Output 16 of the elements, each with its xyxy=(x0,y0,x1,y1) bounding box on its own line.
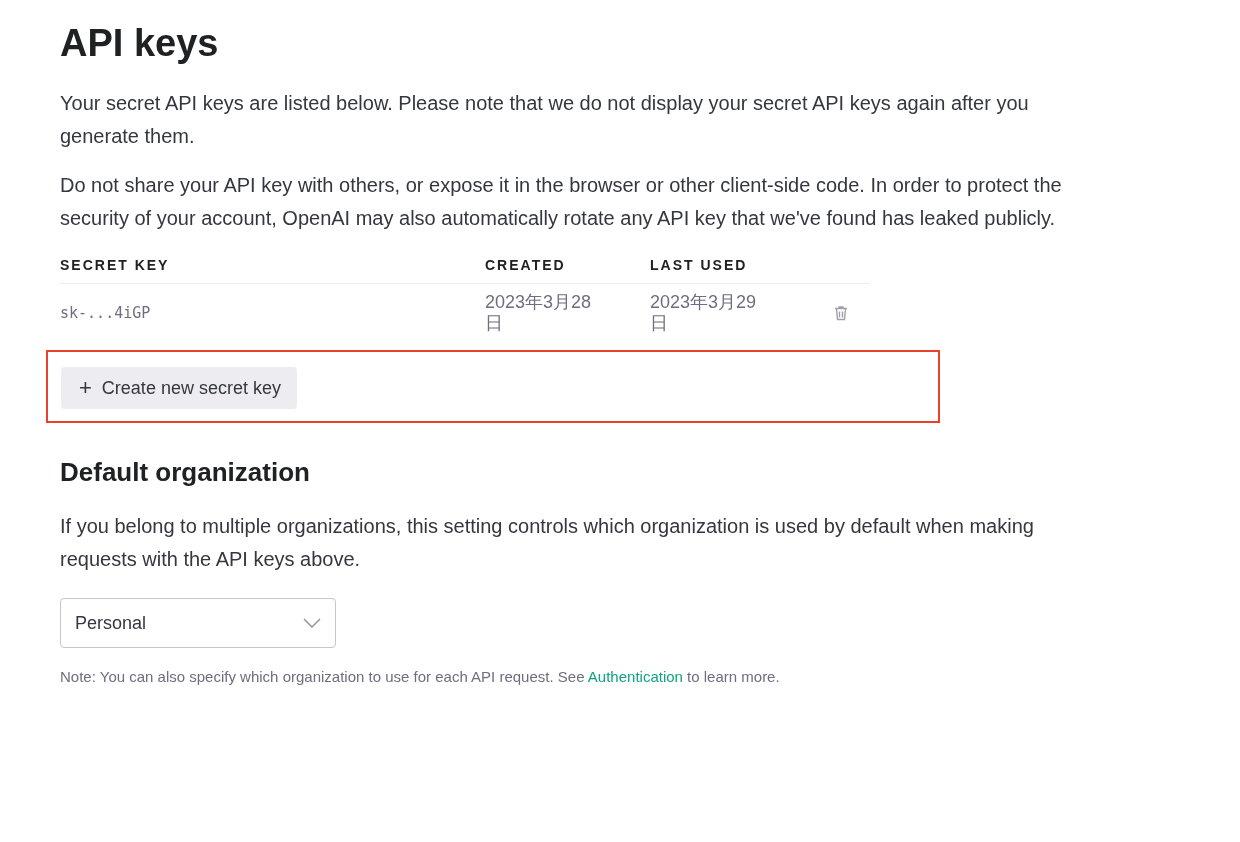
last-used-date: 2023年3月29日 xyxy=(650,292,758,334)
page-title: API keys xyxy=(60,22,220,65)
created-date: 2023年3月28日 xyxy=(485,292,593,334)
trash-icon[interactable] xyxy=(832,304,850,322)
chevron-down-icon xyxy=(303,618,321,628)
section-description: If you belong to multiple organizations, this setting controls which organization is used by default when making requests with the API keys above. xyxy=(60,514,1035,572)
column-header: SECRET KEY xyxy=(60,257,485,284)
section-heading: Default organization xyxy=(60,457,311,488)
key-value: sk-...4iGP xyxy=(60,303,151,322)
organization-select[interactable]: Personal xyxy=(60,598,336,648)
column-header: CREATED xyxy=(485,257,650,284)
note-text: Note: You can also specify which organization to use for each API request. See Authentication to learn more. xyxy=(60,668,781,685)
column-header: LAST USED xyxy=(650,257,820,284)
description-paragraph: Your secret API keys are listed below. Please note that we do not display your secret API keys again after you generate them. xyxy=(60,91,1030,149)
description-paragraph: Do not share your API key with others, or expose it in the browser or other client-side code. In order to protect the security of your account, OpenAI may also automatically rotate any API key that we've found has leaked publicly. xyxy=(60,173,1063,231)
create-key-button[interactable]: + Create new secret key xyxy=(61,367,297,409)
